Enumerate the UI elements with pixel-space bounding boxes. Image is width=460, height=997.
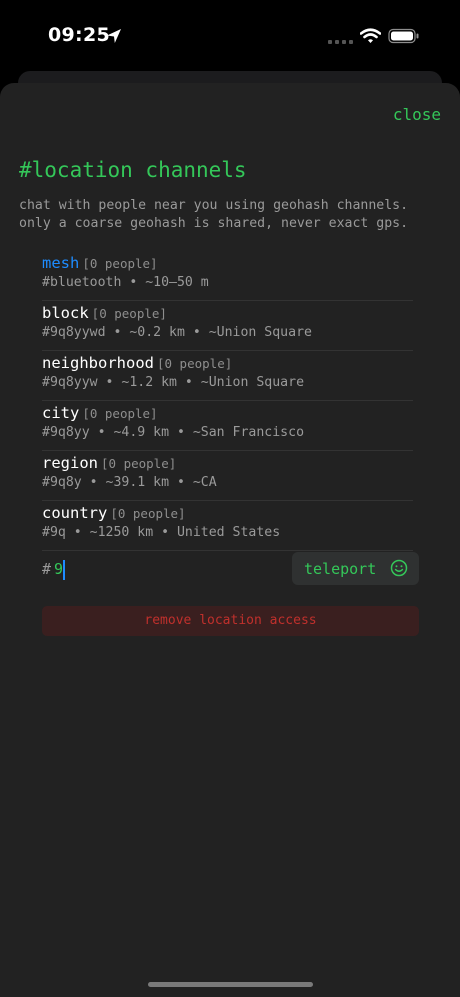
teleport-label: teleport [304, 560, 377, 578]
status-bar: 09:25 [0, 0, 460, 70]
smiley-icon [390, 559, 408, 577]
cellular-signal-icon [328, 40, 353, 44]
channel-detail: #9q8yywd • ~0.2 km • ~Union Square [42, 325, 312, 340]
sheet-description: chat with people near you using geohash … [19, 197, 444, 233]
channel-people-count: [0 people] [82, 256, 158, 271]
location-channels-sheet: close #location channels chat with peopl… [0, 83, 460, 997]
description-line: chat with people near you using geohash … [19, 198, 409, 213]
channel-item-region[interactable]: region [0 people] #9q8y • ~39.1 km • ~CA [42, 451, 413, 501]
channel-name: block [42, 304, 89, 322]
sheet-title: #location channels [19, 158, 247, 182]
geohash-input[interactable] [54, 556, 254, 582]
channel-list: mesh [0 people] #bluetooth • ~10–50 m blo… [42, 251, 413, 551]
channel-name: country [42, 504, 108, 522]
channel-people-count: [0 people] [82, 406, 158, 421]
channel-item-city[interactable]: city [0 people] #9q8yy • ~4.9 km • ~San F… [42, 401, 413, 451]
wifi-icon [360, 28, 381, 43]
channel-people-count: [0 people] [110, 506, 186, 521]
channel-people-count: [0 people] [91, 306, 167, 321]
channel-detail: #bluetooth • ~10–50 m [42, 275, 209, 290]
battery-icon [388, 28, 419, 44]
description-line: only a coarse geohash is shared, never e… [19, 216, 409, 231]
text-caret [63, 560, 65, 580]
channel-detail: #9q8yyw • ~1.2 km • ~Union Square [42, 375, 305, 390]
channel-detail: #9q8y • ~39.1 km • ~CA [42, 475, 217, 490]
home-indicator [148, 982, 313, 987]
teleport-button[interactable]: teleport [292, 552, 419, 585]
location-arrow-icon [107, 29, 121, 43]
channel-people-count: [0 people] [101, 456, 177, 471]
channel-detail: #9q • ~1250 km • United States [42, 525, 281, 540]
channel-name: neighborhood [42, 354, 154, 372]
channel-item-neighborhood[interactable]: neighborhood [0 people] #9q8yyw • ~1.2 km… [42, 351, 413, 401]
channel-detail: #9q8yy • ~4.9 km • ~San Francisco [42, 425, 305, 440]
remove-location-access-button[interactable]: remove location access [42, 606, 419, 636]
channel-item-block[interactable]: block [0 people] #9q8yywd • ~0.2 km • ~Un… [42, 301, 413, 351]
channel-item-country[interactable]: country [0 people] #9q • ~1250 km • Unite… [42, 501, 413, 551]
teleport-row: # teleport [42, 552, 419, 586]
status-time: 09:25 [48, 24, 110, 46]
screen: 09:25 close #location channels chat with… [0, 0, 460, 997]
close-button[interactable]: close [393, 105, 441, 124]
channel-name: region [42, 454, 98, 472]
channel-name: city [42, 404, 80, 422]
channel-item-mesh[interactable]: mesh [0 people] #bluetooth • ~10–50 m [42, 251, 413, 301]
channel-name: mesh [42, 254, 80, 272]
channel-people-count: [0 people] [156, 356, 233, 371]
geohash-prefix: # [42, 560, 52, 578]
